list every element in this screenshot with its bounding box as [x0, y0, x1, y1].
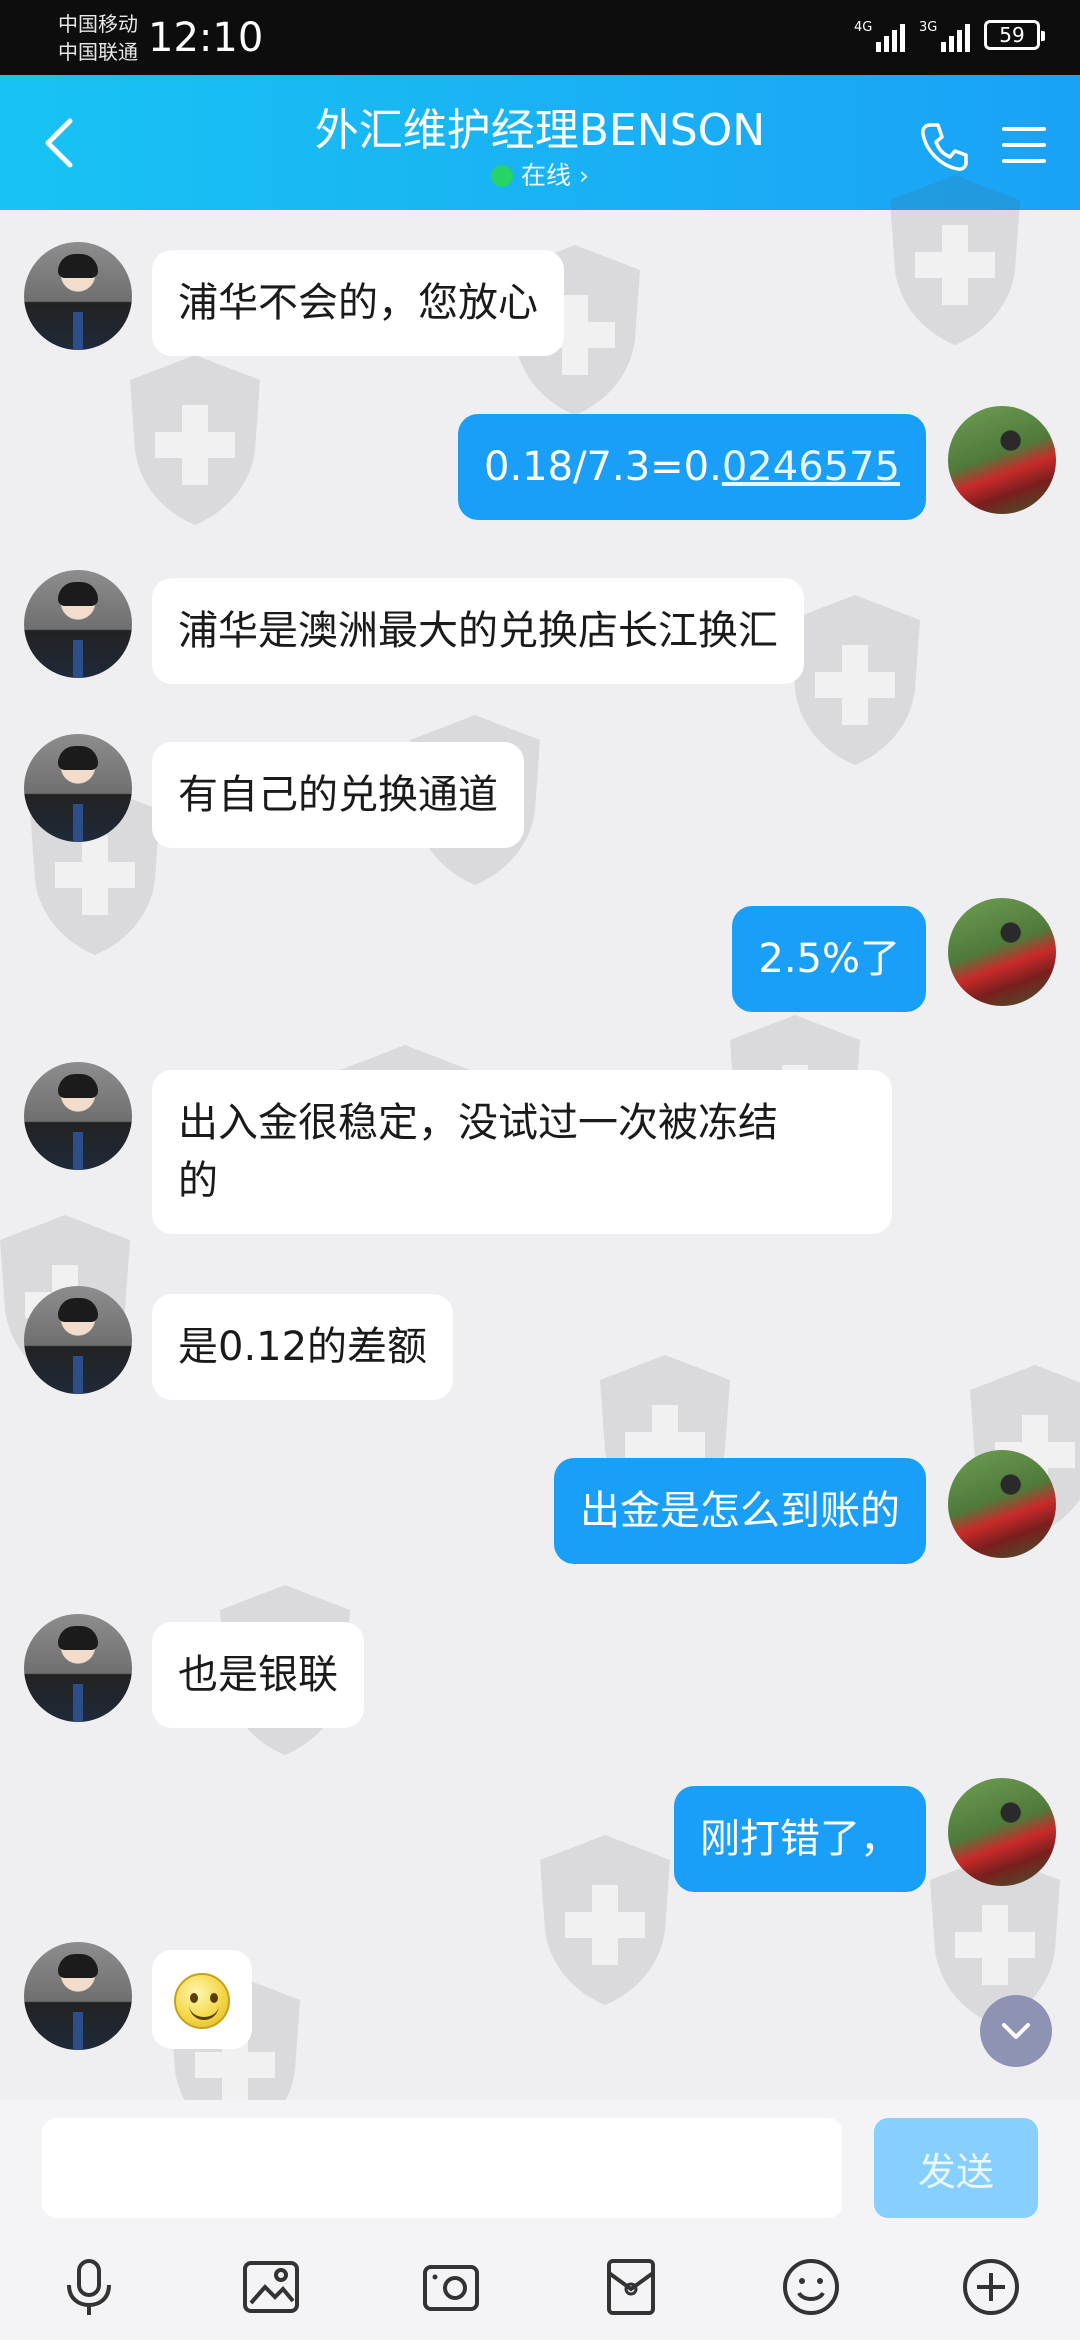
- outgoing-message[interactable]: 2.5%了: [732, 906, 926, 1012]
- incoming-message[interactable]: 是0.12的差额: [152, 1294, 454, 1400]
- outgoing-message[interactable]: 0.18/7.3=0.0246575: [458, 414, 926, 520]
- more-button[interactable]: [954, 2250, 1028, 2324]
- carrier-names: 中国移动 中国联通: [58, 10, 138, 66]
- gallery-button[interactable]: [234, 2250, 308, 2324]
- user-avatar[interactable]: [948, 898, 1056, 1006]
- camera-button[interactable]: [414, 2250, 488, 2324]
- input-bar: 发送: [0, 2100, 1080, 2340]
- contact-avatar[interactable]: [24, 734, 132, 842]
- menu-button[interactable]: [998, 119, 1050, 171]
- menu-icon: [1002, 127, 1046, 163]
- incoming-message[interactable]: 浦华不会的，您放心: [152, 250, 564, 356]
- outgoing-message[interactable]: 刚打错了，: [674, 1786, 926, 1892]
- user-avatar[interactable]: [948, 1450, 1056, 1558]
- image-icon: [243, 2261, 299, 2313]
- message-text-line: 出入金很稳定，没试过一次被冻结: [178, 1100, 778, 1146]
- outgoing-message[interactable]: 出金是怎么到账的: [554, 1458, 926, 1564]
- input-toolbar: [0, 2250, 1080, 2330]
- phone-icon: [921, 123, 968, 171]
- smile-emoji-icon: [174, 1973, 230, 2029]
- incoming-message[interactable]: 出入金很稳定，没试过一次被冻结 的: [152, 1070, 892, 1234]
- battery-icon: 59: [984, 20, 1045, 50]
- red-packet-icon: [607, 2259, 655, 2315]
- status-icons: 4G 3G 59: [854, 18, 1045, 52]
- scroll-to-bottom-button[interactable]: [980, 1995, 1052, 2067]
- microphone-icon: [67, 2259, 111, 2315]
- contact-avatar[interactable]: [24, 1614, 132, 1722]
- camera-icon: [423, 2265, 479, 2311]
- contact-avatar[interactable]: [24, 1062, 132, 1170]
- contact-avatar[interactable]: [24, 570, 132, 678]
- chat-header: 外汇维护经理BENSON 在线 ›: [0, 75, 1080, 210]
- online-dot-icon: [491, 165, 514, 187]
- send-button[interactable]: 发送: [874, 2118, 1038, 2218]
- voice-button[interactable]: [52, 2250, 126, 2324]
- emoji-button[interactable]: [774, 2250, 848, 2324]
- carrier-2: 中国联通: [58, 40, 138, 64]
- contact-avatar[interactable]: [24, 1942, 132, 2050]
- phone-number-link[interactable]: 0246575: [722, 444, 900, 490]
- incoming-message[interactable]: 有自己的兑换通道: [152, 742, 524, 848]
- message-list[interactable]: 浦华不会的，您放心 0.18/7.3=0.0246575 浦华是澳洲最大的兑换店…: [0, 175, 1080, 2145]
- contact-avatar[interactable]: [24, 1286, 132, 1394]
- message-text-line: 的: [178, 1158, 218, 1204]
- message-text: 0.18/7.3=0.: [484, 444, 722, 490]
- status-bar: 中国移动 中国联通 12:10 4G 3G 59: [0, 0, 1080, 75]
- signal-4g-icon: 4G: [854, 18, 905, 52]
- incoming-message[interactable]: [152, 1950, 252, 2049]
- incoming-message[interactable]: 也是银联: [152, 1622, 364, 1728]
- user-avatar[interactable]: [948, 406, 1056, 514]
- incoming-message[interactable]: 浦华是澳洲最大的兑换店长江换汇: [152, 578, 804, 684]
- red-packet-button[interactable]: [594, 2250, 668, 2324]
- shield-watermark-icon: [130, 355, 260, 525]
- phone-call-button[interactable]: [916, 119, 972, 175]
- message-input[interactable]: [42, 2118, 842, 2218]
- carrier-1: 中国移动: [58, 12, 138, 36]
- plus-icon: [963, 2259, 1019, 2315]
- online-status-label: 在线 ›: [521, 161, 589, 190]
- contact-avatar[interactable]: [24, 242, 132, 350]
- user-avatar[interactable]: [948, 1778, 1056, 1886]
- signal-3g-icon: 3G: [919, 18, 970, 52]
- emoji-icon: [783, 2259, 839, 2315]
- shield-watermark-icon: [540, 1835, 670, 2005]
- clock: 12:10: [148, 15, 264, 61]
- chevron-down-icon: [1002, 2023, 1030, 2039]
